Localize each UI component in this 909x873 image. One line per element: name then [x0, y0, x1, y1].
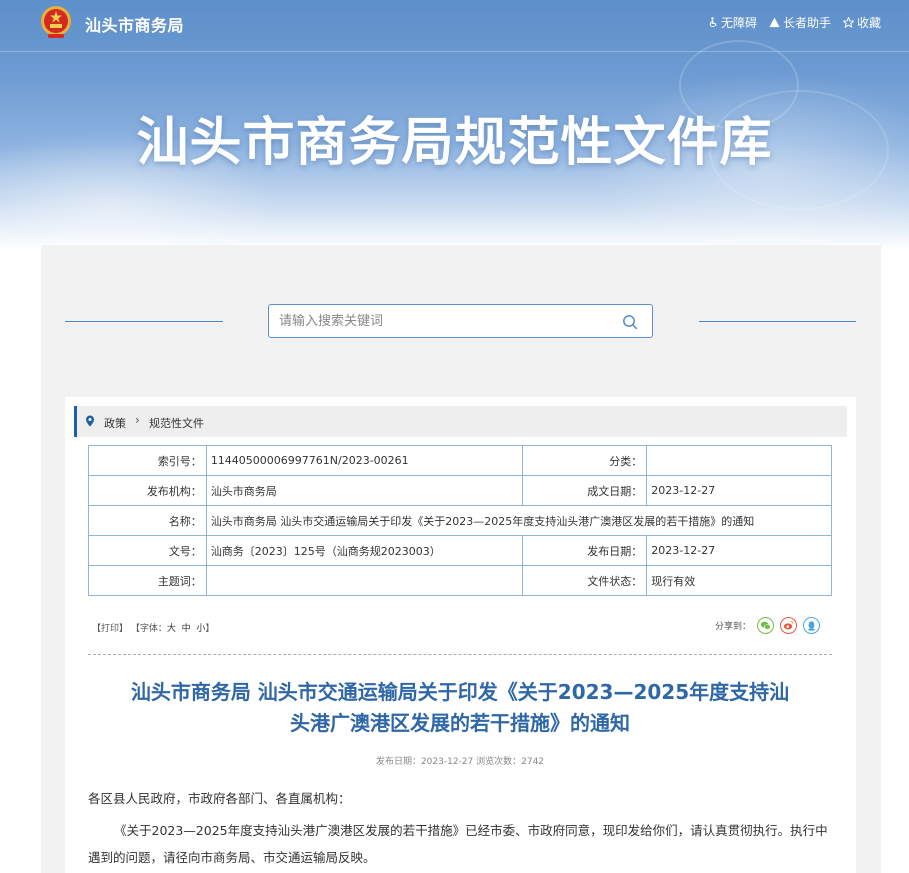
article-title: 汕头市商务局 汕头市交通运输局关于印发《关于2023—2025年度支持汕 头港广…	[88, 677, 832, 739]
document-meta-table: 索引号： 11440500006997761N/2023-00261 分类： 发…	[88, 445, 833, 596]
article-title-line: 头港广澳港区发展的若干措施》的通知	[290, 711, 630, 735]
name-value: 汕头市商务局 汕头市交通运输局关于印发《关于2023—2025年度支持汕头港广澳…	[205, 505, 833, 536]
wechat-icon	[760, 621, 771, 630]
category-label: 分类：	[521, 445, 648, 476]
print-button[interactable]: 【打印】	[92, 624, 128, 634]
search-divider-left	[65, 321, 223, 322]
table-row: 文号： 汕商务〔2023〕125号（汕商务规2023003） 发布日期： 202…	[88, 535, 832, 566]
accessibility-label: 无障碍	[720, 16, 757, 30]
index-label: 索引号：	[88, 445, 207, 476]
search-box	[268, 304, 653, 338]
publisher-value: 汕头市商务局	[205, 475, 523, 506]
breadcrumb-item-policy[interactable]: 政策	[104, 415, 126, 431]
article-paragraph: 各区县人民政府，市政府各部门、各直属机构：	[88, 791, 351, 806]
font-size-suffix: 】	[205, 624, 215, 634]
site-name[interactable]: 汕头市商务局	[85, 12, 184, 36]
article-paragraph: 《关于2023—2025年度支持汕头港广澳港区发展的若干措施》已经市委、市政府同…	[88, 823, 828, 865]
weibo-icon	[783, 620, 794, 630]
category-value	[646, 445, 832, 476]
font-size-prefix: 【字体：	[130, 624, 167, 634]
favorite-link[interactable]: 收藏	[842, 14, 881, 31]
star-icon	[842, 17, 854, 28]
table-row: 索引号： 11440500006997761N/2023-00261 分类：	[88, 445, 832, 476]
divider	[88, 654, 832, 655]
search-divider-right	[699, 321, 856, 322]
elder-assist-link[interactable]: 长者助手	[769, 14, 831, 31]
doc-number-label: 文号：	[88, 535, 207, 566]
table-row: 主题词： 文件状态： 现行有效	[88, 565, 832, 596]
breadcrumb-item-normative-docs[interactable]: 规范性文件	[149, 415, 204, 431]
index-value: 11440500006997761N/2023-00261	[205, 445, 523, 476]
subject-value	[205, 565, 523, 596]
created-date-label: 成文日期：	[521, 475, 648, 506]
table-row: 名称： 汕头市商务局 汕头市交通运输局关于印发《关于2023—2025年度支持汕…	[88, 505, 833, 536]
content-card: 政策 › 规范性文件 索引号： 11440500006997761N/2023-…	[65, 397, 856, 873]
top-links: 无障碍 长者助手 收藏	[707, 14, 881, 31]
search-input[interactable]	[279, 311, 609, 331]
qq-share-button[interactable]	[803, 617, 821, 634]
top-bar: 汕头市商务局 无障碍 长者助手 收藏	[0, 0, 909, 52]
share-label: 分享到：	[715, 622, 752, 632]
table-row: 发布机构： 汕头市商务局 成文日期： 2023-12-27	[88, 475, 832, 506]
header-banner: 汕头市商务局 无障碍 长者助手 收藏 汕头市商务局规范性文件库	[0, 0, 909, 250]
status-label: 文件状态：	[521, 565, 648, 596]
name-label: 名称：	[88, 505, 207, 536]
accessibility-link[interactable]: 无障碍	[707, 14, 757, 31]
page-tools: 【打印】 【字体：大 中 小】	[92, 621, 214, 634]
doc-number-value: 汕商务〔2023〕125号（汕商务规2023003）	[205, 535, 523, 566]
article-title-line: 汕头市商务局 汕头市交通运输局关于印发《关于2023—2025年度支持汕	[130, 680, 790, 704]
publish-date-value: 2023-12-27	[646, 535, 832, 566]
share-bar: 分享到：	[715, 617, 821, 634]
qq-icon	[808, 621, 815, 631]
search-icon[interactable]	[622, 314, 638, 330]
breadcrumb: 政策 › 规范性文件	[74, 406, 847, 437]
publisher-label: 发布机构：	[88, 475, 207, 506]
weibo-share-button[interactable]	[780, 617, 798, 634]
banner-title: 汕头市商务局规范性文件库	[136, 113, 773, 173]
subject-label: 主题词：	[88, 565, 207, 596]
font-large-button[interactable]: 大	[167, 624, 176, 634]
accessibility-icon	[709, 17, 717, 28]
font-medium-button[interactable]: 中	[182, 624, 191, 634]
breadcrumb-separator: ›	[135, 413, 140, 427]
article-meta: 发布日期：2023-12-27 浏览次数：2742	[375, 757, 545, 767]
elder-assist-label: 长者助手	[782, 16, 831, 30]
favorite-label: 收藏	[856, 16, 881, 30]
wechat-share-button[interactable]	[757, 617, 775, 634]
status-value: 现行有效	[646, 565, 832, 596]
created-date-value: 2023-12-27	[646, 475, 832, 506]
location-pin-icon	[86, 415, 94, 427]
national-emblem-icon	[41, 6, 71, 38]
publish-date-label: 发布日期：	[521, 535, 648, 566]
elder-assist-icon	[769, 17, 780, 28]
